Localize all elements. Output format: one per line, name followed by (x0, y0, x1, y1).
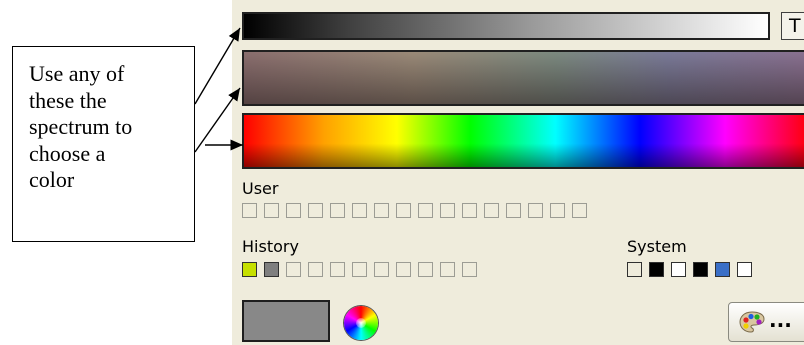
arrow-to-grayscale-bar (194, 27, 241, 105)
callout-arrows (194, 27, 243, 153)
arrow-to-muted-bar (194, 87, 241, 153)
